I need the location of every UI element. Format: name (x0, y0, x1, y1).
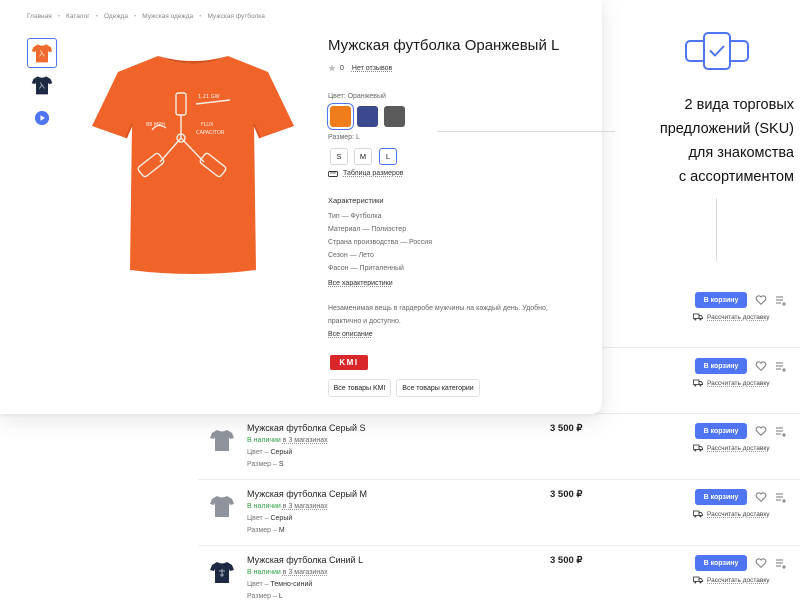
gallery-thumbnail-navy[interactable] (27, 70, 57, 100)
size-option-l[interactable]: L (379, 148, 397, 165)
characteristic-item: Материал — Полиэстер (328, 226, 407, 233)
color-attribute: Цвет – Серый (247, 515, 293, 522)
breadcrumb-item[interactable]: Мужская футболка (207, 13, 264, 20)
breadcrumb-item[interactable]: Каталог (66, 13, 90, 20)
svg-text:1.21 GW: 1.21 GW (198, 94, 220, 100)
truck-icon (693, 313, 703, 321)
price: 3 500 ₽ (550, 489, 583, 500)
size-option-m[interactable]: M (354, 148, 372, 165)
table-row: Мужская футболка Синий L В наличии в 3 м… (198, 546, 800, 611)
add-to-cart-button[interactable]: В корзину (695, 292, 747, 308)
size-attribute: Размер – M (247, 527, 285, 534)
size-table-link[interactable]: Таблица размеров (328, 170, 404, 177)
characteristic-item: Страна производства — Россия (328, 239, 432, 246)
calculate-delivery-link[interactable]: Рассчитать доставку (693, 313, 770, 321)
table-row: Мужская футболка Серый M В наличии в 3 м… (198, 480, 800, 546)
truck-icon (693, 510, 703, 518)
all-description-link[interactable]: Все описание (328, 331, 373, 338)
size-attribute: Размер – S (247, 461, 284, 468)
compare-icon[interactable] (775, 557, 787, 569)
truck-icon (693, 379, 703, 387)
color-label: Цвет: Оранжевый (328, 93, 386, 100)
compare-icon[interactable] (775, 360, 787, 372)
characteristic-item: Фасон — Приталенный (328, 265, 404, 272)
characteristic-item: Тип — Футболка (328, 213, 382, 220)
color-attribute: Цвет – Серый (247, 449, 293, 456)
price: 3 500 ₽ (550, 555, 583, 566)
sku-caption: 2 вида торговых предложений (SKU) для зн… (659, 97, 794, 185)
heart-icon[interactable] (755, 491, 767, 503)
ruler-icon (328, 170, 338, 177)
color-swatch-orange[interactable] (327, 103, 354, 130)
product-name[interactable]: Мужская футболка Серый S (247, 423, 366, 433)
calculate-delivery-link[interactable]: Рассчитать доставку (693, 379, 770, 387)
add-to-cart-button[interactable]: В корзину (695, 555, 747, 571)
breadcrumb-item[interactable]: Мужская одежда (142, 13, 193, 20)
connector-line (437, 131, 615, 132)
breadcrumb-item[interactable]: Главная (27, 13, 52, 20)
product-description: Незаменимая вещь в гардеробе мужчины на … (328, 305, 548, 325)
brand-logo[interactable]: KMI (330, 355, 368, 370)
product-title: Мужская футболка Оранжевый L (328, 37, 560, 54)
size-attribute: Размер – L (247, 593, 283, 600)
heart-icon[interactable] (755, 425, 767, 437)
color-swatch-gray[interactable] (384, 106, 405, 127)
heart-icon[interactable] (755, 557, 767, 569)
all-category-products-button[interactable]: Все товары категории (396, 379, 480, 397)
add-to-cart-button[interactable]: В корзину (695, 489, 747, 505)
truck-icon (693, 576, 703, 584)
product-thumbnail[interactable] (208, 492, 236, 520)
heart-icon[interactable] (755, 294, 767, 306)
all-characteristics-link[interactable]: Все характеристики (328, 280, 393, 287)
table-row: Мужская футболка Серый S В наличии в 3 м… (198, 414, 800, 480)
product-thumbnail[interactable] (208, 426, 236, 454)
all-brand-products-button[interactable]: Все товары KMI (328, 379, 391, 397)
calculate-delivery-link[interactable]: Рассчитать доставку (693, 444, 770, 452)
size-option-s[interactable]: S (330, 148, 348, 165)
rating: 0 Нет отзывов (328, 64, 392, 72)
sku-variants-icon (685, 32, 749, 70)
breadcrumb-item[interactable]: Одежда (104, 13, 128, 20)
gallery-thumbnail-orange[interactable] (27, 38, 57, 68)
truck-icon (693, 444, 703, 452)
stock-status: В наличии в 3 магазинах (247, 503, 328, 510)
connector-line (716, 198, 717, 262)
compare-icon[interactable] (775, 294, 787, 306)
stock-status: В наличии в 3 магазинах (247, 569, 328, 576)
color-swatch-navy[interactable] (357, 106, 378, 127)
add-to-cart-button[interactable]: В корзину (695, 358, 747, 374)
stock-status: В наличии в 3 магазинах (247, 437, 328, 444)
size-label: Размер: L (328, 134, 360, 141)
compare-icon[interactable] (775, 425, 787, 437)
product-name[interactable]: Мужская футболка Синий L (247, 555, 363, 565)
product-thumbnail[interactable] (208, 558, 236, 586)
characteristic-item: Сезон — Лето (328, 252, 374, 259)
compare-icon[interactable] (775, 491, 787, 503)
reviews-link[interactable]: Нет отзывов (352, 65, 392, 72)
calculate-delivery-link[interactable]: Рассчитать доставку (693, 510, 770, 518)
price: 3 500 ₽ (550, 423, 583, 434)
rating-value: 0 (340, 64, 344, 72)
tshirt-navy-thumb (31, 76, 53, 95)
characteristics-title: Характеристики (328, 196, 384, 205)
tshirt-orange-thumb (31, 44, 53, 63)
breadcrumb: Главная • Каталог • Одежда • Мужская одежда… (27, 13, 265, 20)
svg-text:88 MPH: 88 MPH (146, 122, 165, 128)
add-to-cart-button[interactable]: В корзину (695, 423, 747, 439)
product-name[interactable]: Мужская футболка Серый M (247, 489, 367, 499)
product-main-image[interactable]: 1.21 GW FLUX CAPACITOR 88 MPH (88, 38, 298, 283)
star-icon (328, 64, 336, 72)
product-card: Главная • Каталог • Одежда • Мужская одежда… (0, 0, 602, 414)
color-attribute: Цвет – Темно-синий (247, 581, 313, 588)
heart-icon[interactable] (755, 360, 767, 372)
play-video-icon[interactable] (35, 111, 49, 125)
calculate-delivery-link[interactable]: Рассчитать доставку (693, 576, 770, 584)
svg-text:CAPACITOR: CAPACITOR (196, 130, 225, 136)
svg-text:FLUX: FLUX (201, 122, 214, 128)
